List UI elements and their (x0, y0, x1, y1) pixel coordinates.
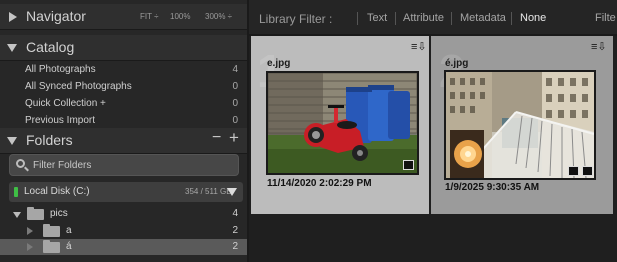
catalog-header[interactable]: Catalog (0, 35, 247, 61)
add-folder-button[interactable]: + (229, 128, 239, 148)
edited-badge-icon (568, 166, 579, 176)
catalog-item-label: Previous Import (25, 115, 96, 126)
volume-name: Local Disk (C:) (24, 186, 90, 197)
divider (451, 12, 452, 25)
folder-expand-icon[interactable] (13, 212, 21, 218)
volume-collapse-icon[interactable] (227, 188, 237, 196)
folder-icon (43, 224, 60, 237)
folder-name: á (66, 241, 72, 252)
zoom-300[interactable]: 300% ÷ (205, 12, 232, 21)
catalog-item-all-synced[interactable]: All Synced Photographs 0 (0, 78, 247, 95)
catalog-item-quick-collection[interactable]: Quick Collection + 0 (0, 95, 247, 112)
sort-metadata-icon[interactable]: ≡⇩ (591, 40, 607, 53)
filter-metadata-tab[interactable]: Metadata (460, 12, 506, 24)
cell-capture-date: 11/14/2020 2:02:29 PM (267, 178, 372, 189)
zoom-100[interactable]: 100% (170, 12, 190, 21)
balcony-photo (446, 72, 594, 178)
catalog-title: Catalog (26, 39, 75, 55)
remove-folder-button[interactable]: − (212, 129, 221, 147)
volume-status-icon (14, 187, 18, 197)
collapse-triangle-icon[interactable] (7, 137, 17, 145)
folder-icon (27, 207, 44, 220)
catalog-item-label: Quick Collection + (25, 98, 106, 109)
folder-icon (43, 240, 60, 253)
filter-attribute-tab[interactable]: Attribute (403, 12, 444, 24)
metadata-badge-icon (582, 166, 593, 176)
catalog-item-previous-import[interactable]: Previous Import 0 (0, 112, 247, 129)
filter-none-tab[interactable]: None (520, 12, 546, 24)
divider (357, 12, 358, 25)
folder-count: 2 (232, 241, 238, 252)
cell-filename: e.jpg (267, 58, 291, 69)
photo-thumbnail[interactable] (444, 70, 596, 180)
catalog-item-label: All Photographs (25, 64, 96, 75)
sort-metadata-icon[interactable]: ≡⇩ (411, 40, 427, 53)
catalog-item-all-photographs[interactable]: All Photographs 4 (0, 61, 247, 78)
collapse-triangle-icon[interactable] (7, 44, 17, 52)
library-filter-bar: Library Filter : Text Attribute Metadata… (249, 0, 617, 35)
photo-grid: 1 ≡⇩ e.jpg 11/14/2020 2:02:29 PM 2 ≡⇩ é.… (249, 36, 617, 262)
left-panel: Navigator FIT ÷ 100% 300% ÷ Catalog All … (0, 0, 247, 262)
filter-text-tab[interactable]: Text (367, 12, 387, 24)
zoom-fit[interactable]: FIT ÷ (140, 12, 158, 21)
catalog-item-count: 0 (232, 81, 238, 92)
folder-name: pics (50, 208, 68, 219)
folder-count: 4 (232, 208, 238, 219)
catalog-item-count: 4 (232, 64, 238, 75)
volume-local-disk[interactable]: Local Disk (C:) 354 / 511 GB (9, 182, 243, 202)
expand-triangle-icon[interactable] (9, 12, 17, 22)
navigator-title: Navigator (26, 8, 86, 24)
grid-cell[interactable]: 1 ≡⇩ e.jpg 11/14/2020 2:02:29 PM (251, 36, 429, 214)
divider (511, 12, 512, 25)
cell-filename: é.jpg (445, 58, 469, 69)
photo-thumbnail[interactable] (266, 71, 419, 175)
folder-name: a (66, 225, 72, 236)
folders-header[interactable]: Folders − + (0, 128, 247, 154)
divider (395, 12, 396, 25)
catalog-item-count: 0 (232, 98, 238, 109)
grid-cell[interactable]: 2 ≡⇩ é.jpg 1/9/2025 9:30:35 AM (431, 36, 613, 214)
folder-row-pics[interactable]: pics 4 (0, 206, 247, 222)
cell-capture-date: 1/9/2025 9:30:35 AM (445, 182, 540, 193)
filter-folders-placeholder: Filter Folders (33, 160, 92, 171)
folder-expand-icon[interactable] (27, 243, 33, 251)
folder-row-a[interactable]: a 2 (0, 223, 247, 239)
folder-count: 2 (232, 225, 238, 236)
catalog-item-count: 0 (232, 115, 238, 126)
navigator-header[interactable]: Navigator FIT ÷ 100% 300% ÷ (0, 4, 247, 30)
volume-size: 354 / 511 GB (185, 187, 232, 196)
edited-badge-icon (403, 160, 414, 170)
folder-row-a-accent[interactable]: á 2 (0, 239, 247, 255)
library-filter-label: Library Filter : (259, 12, 333, 26)
filter-right-label: Filte (595, 12, 616, 24)
folders-title: Folders (26, 132, 73, 148)
folder-expand-icon[interactable] (27, 227, 33, 235)
search-icon (16, 159, 25, 168)
filter-folders-input[interactable]: Filter Folders (9, 154, 239, 176)
catalog-item-label: All Synced Photographs (25, 81, 132, 92)
scooter-photo (268, 73, 417, 173)
